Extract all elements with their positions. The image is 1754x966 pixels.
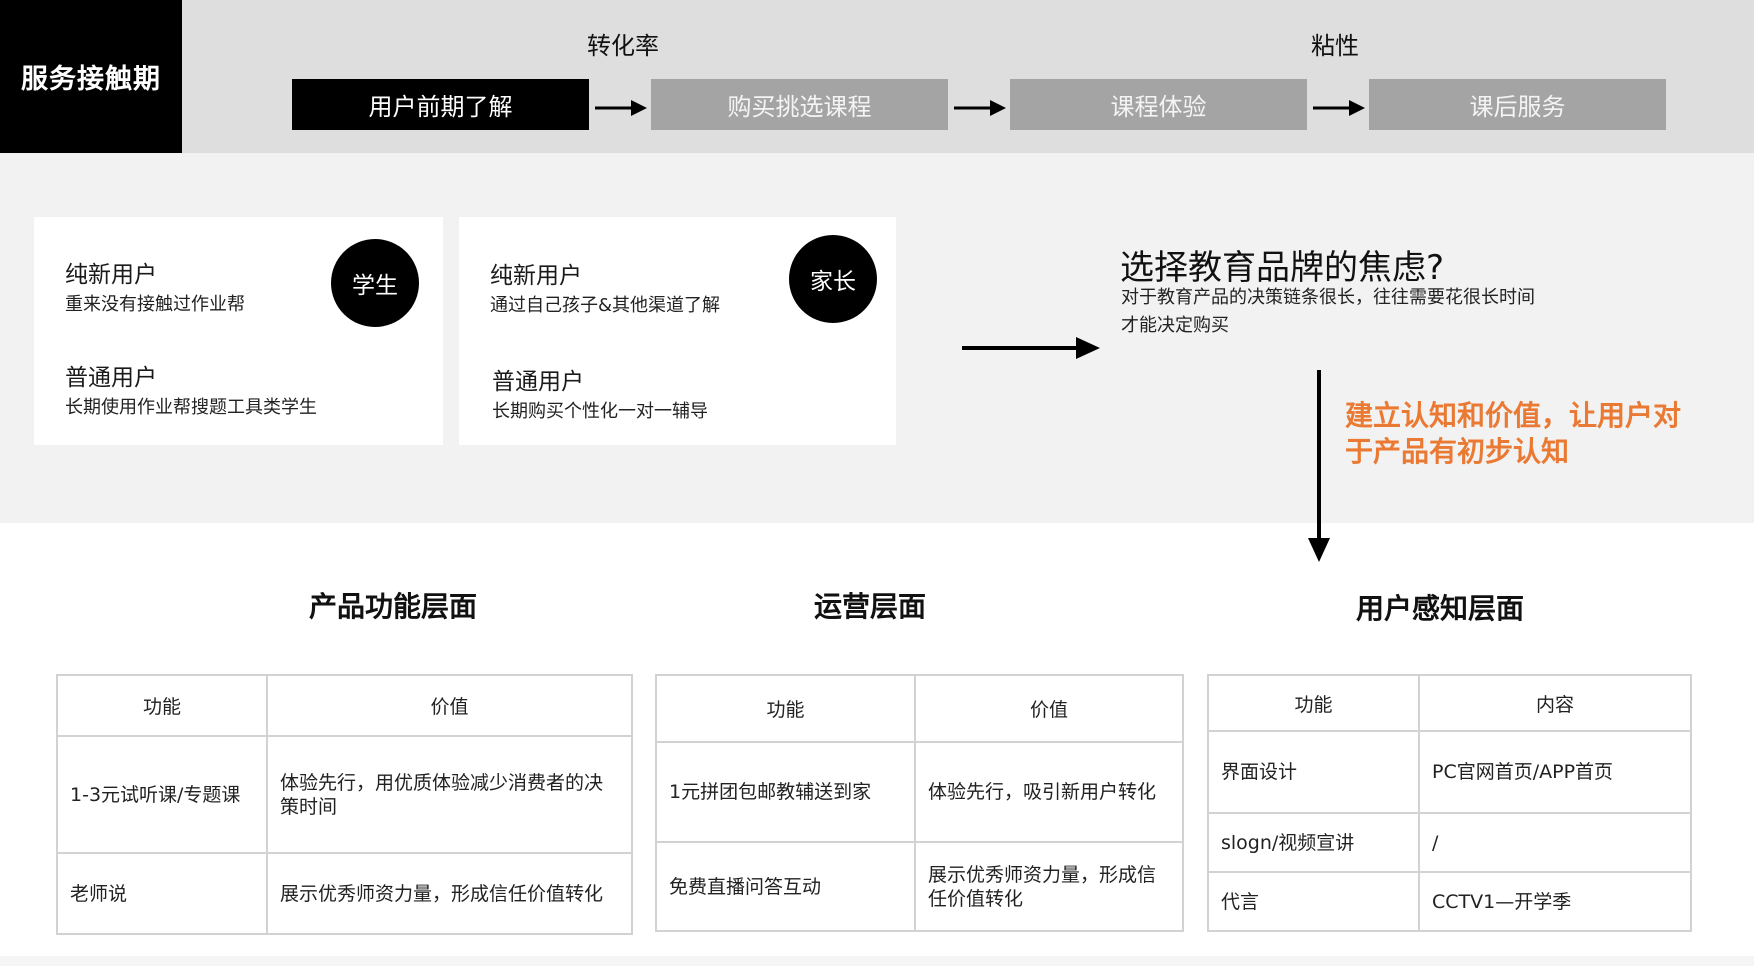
user-type-title: 纯新用户 bbox=[65, 262, 157, 288]
table-cell: CCTV1—开学季 bbox=[1418, 871, 1692, 932]
table-cell: slogn/视频宣讲 bbox=[1207, 812, 1420, 873]
table-row: 代言 CCTV1—开学季 bbox=[1207, 871, 1692, 932]
table-cell: 老师说 bbox=[56, 852, 268, 935]
insight-description: 对于教育产品的决策链条很长，往往需要花很长时间 才能决定购买 bbox=[1121, 284, 1601, 340]
table-cell: 界面设计 bbox=[1207, 730, 1420, 814]
footer-strip bbox=[0, 956, 1754, 966]
table-header-cell: 功能 bbox=[655, 674, 916, 743]
user-type-desc: 通过自己孩子&其他渠道了解 bbox=[490, 295, 721, 316]
table-header-cell: 价值 bbox=[266, 674, 633, 737]
product-feature-table: 功能 价值 1-3元试听课/专题课 体验先行，用优质体验减少消费者的决策时间 老… bbox=[56, 674, 633, 935]
table-header-cell: 功能 bbox=[1207, 674, 1420, 732]
student-badge: 学生 bbox=[331, 239, 419, 327]
table-row: slogn/视频宣讲 / bbox=[1207, 812, 1692, 873]
student-user-card: 纯新用户 重来没有接触过作业帮 普通用户 长期使用作业帮搜题工具类学生 学生 bbox=[34, 217, 443, 445]
table-header-cell: 内容 bbox=[1418, 674, 1692, 732]
stage-title: 服务接触期 bbox=[0, 0, 182, 153]
insight-description-line: 才能决定购买 bbox=[1121, 315, 1229, 336]
table-cell: 体验先行，用优质体验减少消费者的决策时间 bbox=[266, 735, 633, 854]
user-type-title: 纯新用户 bbox=[490, 263, 582, 289]
parent-badge: 家长 bbox=[789, 235, 877, 323]
table-cell: 1元拼团包邮教辅送到家 bbox=[655, 741, 916, 843]
metric-conversion-label: 转化率 bbox=[587, 32, 659, 60]
arrow-down-icon bbox=[1308, 370, 1330, 562]
table-cell: 展示优秀师资力量，形成信任价值转化 bbox=[266, 852, 633, 935]
arrow-right-icon bbox=[1313, 100, 1365, 116]
table-header-cell: 功能 bbox=[56, 674, 268, 737]
table-header-row: 功能 内容 bbox=[1207, 674, 1692, 732]
insight-description-line: 对于教育产品的决策链条很长，往往需要花很长时间 bbox=[1121, 287, 1535, 308]
arrow-right-icon bbox=[595, 100, 647, 116]
operations-layer-title: 运营层面 bbox=[813, 590, 926, 623]
arrow-right-icon bbox=[954, 100, 1006, 116]
table-cell: PC官网首页/APP首页 bbox=[1418, 730, 1692, 814]
journey-step-1: 用户前期了解 bbox=[292, 79, 589, 130]
goal-highlight: 建立认知和价值，让用户对 于产品有初步认知 bbox=[1345, 398, 1715, 470]
journey-step-4: 课后服务 bbox=[1369, 79, 1666, 130]
table-row: 1元拼团包邮教辅送到家 体验先行，吸引新用户转化 bbox=[655, 741, 1184, 843]
table-cell: 1-3元试听课/专题课 bbox=[56, 735, 268, 854]
table-row: 免费直播问答互动 展示优秀师资力量，形成信任价值转化 bbox=[655, 841, 1184, 932]
table-cell: 代言 bbox=[1207, 871, 1420, 932]
table-header-row: 功能 价值 bbox=[655, 674, 1184, 743]
table-header-cell: 价值 bbox=[914, 674, 1184, 743]
journey-header-band bbox=[0, 0, 1754, 153]
user-perception-layer-title: 用户感知层面 bbox=[1355, 592, 1524, 625]
product-layer-title: 产品功能层面 bbox=[308, 590, 477, 623]
table-cell: 免费直播问答互动 bbox=[655, 841, 916, 932]
table-cell: 体验先行，吸引新用户转化 bbox=[914, 741, 1184, 843]
table-header-row: 功能 价值 bbox=[56, 674, 633, 737]
goal-line: 于产品有初步认知 bbox=[1345, 435, 1570, 468]
user-type-desc: 长期使用作业帮搜题工具类学生 bbox=[65, 397, 317, 418]
user-type-desc: 长期购买个性化一对一辅导 bbox=[492, 401, 708, 422]
table-row: 界面设计 PC官网首页/APP首页 bbox=[1207, 730, 1692, 814]
table-cell: 展示优秀师资力量，形成信任价值转化 bbox=[914, 841, 1184, 932]
table-row: 老师说 展示优秀师资力量，形成信任价值转化 bbox=[56, 852, 633, 935]
journey-step-3: 课程体验 bbox=[1010, 79, 1307, 130]
table-cell: / bbox=[1418, 812, 1692, 873]
insight-title: 选择教育品牌的焦虑? bbox=[1120, 248, 1445, 288]
user-perception-table: 功能 内容 界面设计 PC官网首页/APP首页 slogn/视频宣讲 / 代言 … bbox=[1207, 674, 1692, 932]
parent-user-card: 纯新用户 通过自己孩子&其他渠道了解 普通用户 长期购买个性化一对一辅导 家长 bbox=[459, 217, 896, 445]
operations-table: 功能 价值 1元拼团包邮教辅送到家 体验先行，吸引新用户转化 免费直播问答互动 … bbox=[655, 674, 1184, 932]
journey-step-2: 购买挑选课程 bbox=[651, 79, 948, 130]
user-type-title: 普通用户 bbox=[65, 365, 157, 391]
user-type-title: 普通用户 bbox=[492, 369, 584, 395]
metric-stickiness-label: 粘性 bbox=[1311, 32, 1359, 60]
arrow-right-icon bbox=[962, 337, 1100, 359]
user-type-desc: 重来没有接触过作业帮 bbox=[65, 294, 245, 315]
goal-line: 建立认知和价值，让用户对 bbox=[1345, 399, 1682, 432]
table-row: 1-3元试听课/专题课 体验先行，用优质体验减少消费者的决策时间 bbox=[56, 735, 633, 854]
